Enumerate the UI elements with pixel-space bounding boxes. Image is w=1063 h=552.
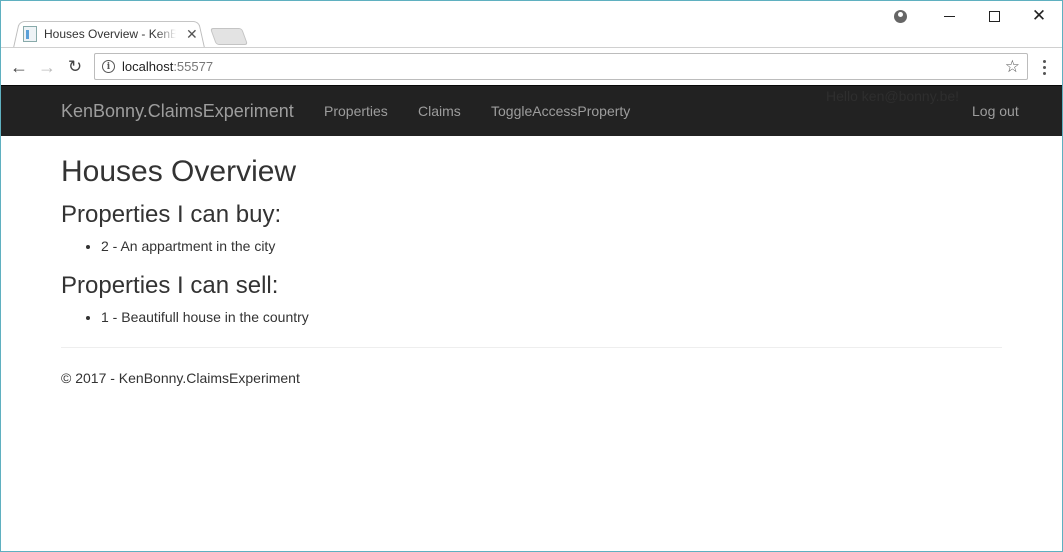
buy-list: 2 - An appartment in the city: [101, 238, 1002, 254]
list-item: 2 - An appartment in the city: [101, 238, 1002, 254]
favicon-icon: [23, 26, 37, 42]
forward-icon[interactable]: →: [37, 57, 57, 77]
bookmark-star-icon[interactable]: ☆: [1005, 57, 1020, 77]
brand-link[interactable]: KenBonny.ClaimsExperiment: [61, 101, 294, 122]
hello-user-text[interactable]: Hello ken@bonny.be!: [826, 88, 959, 104]
page-title: Houses Overview: [61, 155, 297, 188]
title-bar: Houses Overview - KenBonny.ClaimsExperim…: [1, 1, 1062, 48]
sell-heading: Properties I can sell:: [61, 272, 279, 299]
tab-close-icon[interactable]: ✕: [186, 26, 198, 43]
browser-tab[interactable]: Houses Overview - KenBonny.ClaimsExperim…: [23, 21, 203, 47]
address-bar[interactable]: i localhost:55577 ☆: [94, 53, 1028, 80]
close-window-icon[interactable]: ✕: [1029, 6, 1049, 26]
url-text[interactable]: localhost:55577: [122, 59, 213, 74]
nav-link-properties[interactable]: Properties: [324, 103, 388, 119]
buy-heading: Properties I can buy:: [61, 201, 282, 228]
info-icon[interactable]: i: [102, 60, 115, 73]
back-icon[interactable]: ←: [9, 57, 29, 77]
reload-icon[interactable]: ↻: [65, 57, 85, 77]
menu-icon[interactable]: [1039, 57, 1049, 77]
maximize-button[interactable]: [984, 6, 1004, 26]
url-host: localhost: [122, 59, 174, 74]
minimize-icon: [943, 15, 955, 17]
footer-divider: [61, 347, 1002, 348]
sell-list: 1 - Beautifull house in the country: [101, 309, 1002, 325]
nav-link-claims[interactable]: Claims: [418, 103, 461, 119]
tab-title: Houses Overview - KenBonny.ClaimsExperim…: [44, 27, 176, 41]
list-item: 1 - Beautifull house in the country: [101, 309, 1002, 325]
browser-toolbar: ← → ↻ i localhost:55577 ☆: [1, 47, 1062, 85]
url-port: :55577: [173, 59, 214, 74]
logout-link[interactable]: Log out: [972, 103, 1019, 119]
site-navbar: KenBonny.ClaimsExperiment Properties Cla…: [1, 85, 1062, 136]
profile-button[interactable]: [891, 6, 909, 26]
minimize-button[interactable]: [939, 6, 959, 26]
new-tab-button[interactable]: [209, 28, 249, 45]
profile-icon: [893, 9, 907, 23]
footer-text: © 2017 - KenBonny.ClaimsExperiment: [61, 370, 300, 386]
maximize-icon: [988, 10, 1000, 22]
main-content: Houses Overview Properties I can buy: 2 …: [61, 136, 1002, 386]
nav-link-toggle-access-property[interactable]: ToggleAccessProperty: [491, 103, 630, 119]
